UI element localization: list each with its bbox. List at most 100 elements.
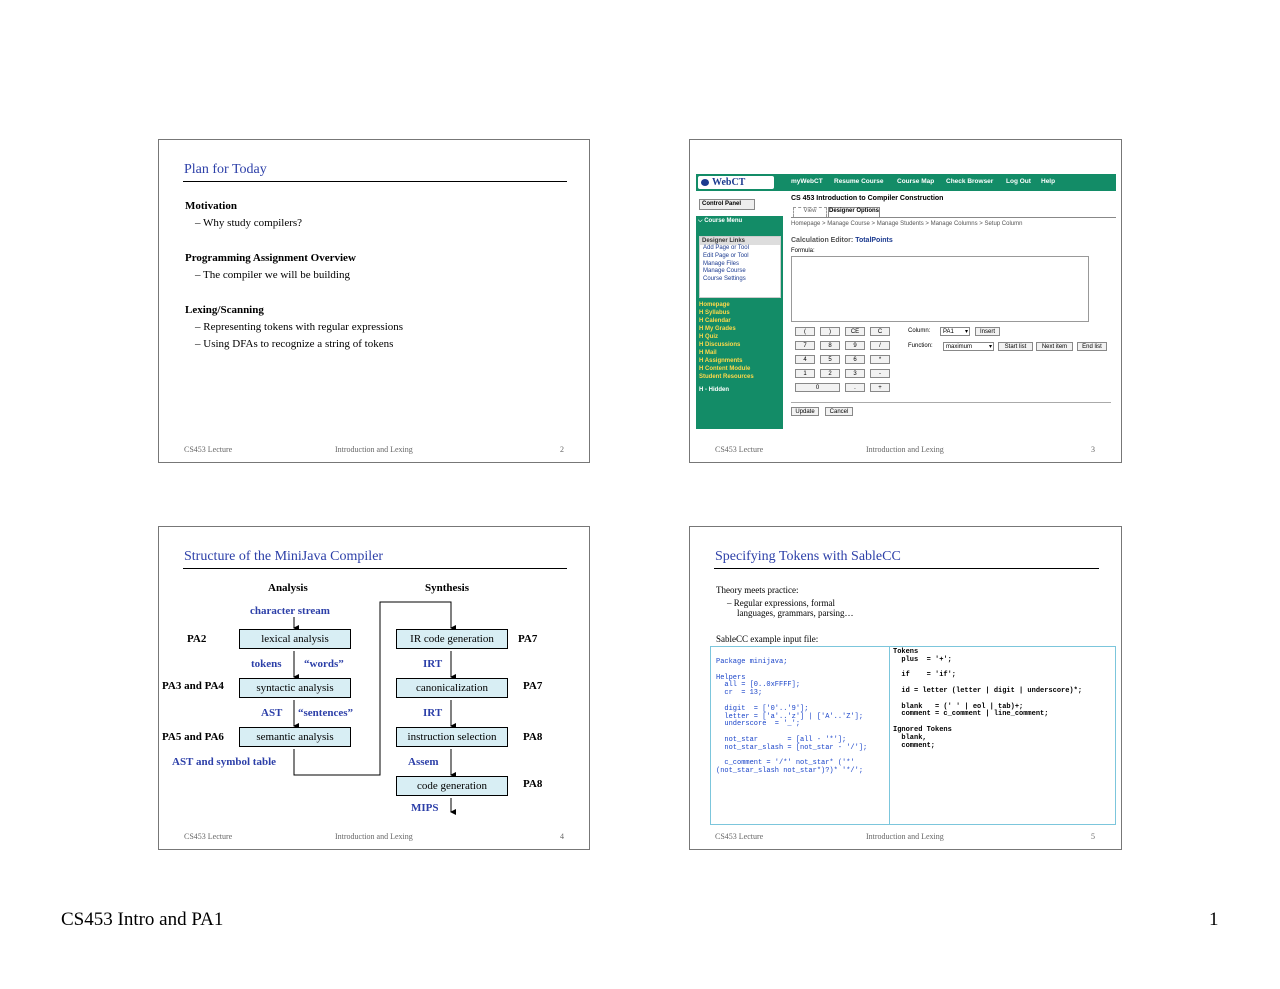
designer-link[interactable]: Edit Page or Tool: [700, 253, 780, 261]
cancel-button[interactable]: Cancel: [825, 407, 853, 416]
insert-button[interactable]: Insert: [975, 327, 1000, 336]
next-item-button[interactable]: Next item: [1036, 342, 1073, 351]
box-ir-code-generation: IR code generation: [396, 629, 508, 649]
slide-footer-center: Introduction and Lexing: [866, 445, 944, 454]
page-footer-title: CS453 Intro and PA1: [61, 909, 224, 930]
slide-footer-left: CS453 Lecture: [184, 445, 233, 454]
slide-number: 4: [560, 832, 564, 841]
key-9[interactable]: 9: [845, 341, 865, 350]
tab-view[interactable]: View: [793, 207, 827, 217]
end-list-button[interactable]: End list: [1077, 342, 1107, 351]
slide-sablecc: Specifying Tokens with SableCC Theory me…: [689, 526, 1122, 850]
slide-footer-center: Introduction and Lexing: [866, 832, 944, 841]
slide-footer-center: Introduction and Lexing: [335, 445, 413, 454]
key-5[interactable]: 5: [820, 355, 840, 364]
key-7[interactable]: 7: [795, 341, 815, 350]
control-panel-button[interactable]: Control Panel: [699, 199, 755, 210]
key-open-paren[interactable]: (: [795, 327, 815, 336]
designer-link[interactable]: Manage Files: [700, 261, 780, 269]
slide-plan-for-today: Plan for Today Motivation – Why study co…: [158, 139, 590, 463]
menu-item[interactable]: H Calendar: [699, 318, 731, 326]
slide-webct-screenshot: WebCT myWebCT Resume Course Course Map C…: [689, 139, 1122, 463]
nav-mywebct[interactable]: myWebCT: [791, 178, 823, 185]
nav-course-map[interactable]: Course Map: [897, 178, 934, 185]
flow-label: AST and symbol table: [172, 756, 277, 768]
chevron-down-icon: ▾: [988, 344, 992, 350]
flow-label: IRT: [423, 707, 443, 719]
key-ce[interactable]: CE: [845, 327, 865, 336]
box-canonicalization: canonicalization: [396, 678, 508, 698]
slide-number: 5: [1091, 832, 1095, 841]
menu-item[interactable]: H Syllabus: [699, 310, 730, 318]
key-6[interactable]: 6: [845, 355, 865, 364]
bullet: – Why study compilers?: [195, 217, 303, 229]
flow-label: character stream: [250, 605, 330, 617]
slide-footer-center: Introduction and Lexing: [335, 832, 413, 841]
pa-label: PA8: [523, 731, 543, 743]
key-plus[interactable]: +: [870, 383, 890, 392]
designer-links-title: Designer Links: [700, 237, 780, 245]
course-menu-header: ⌵ Course Menu: [698, 218, 743, 224]
key-0[interactable]: 0: [795, 383, 840, 392]
designer-link[interactable]: Add Page or Tool: [700, 245, 780, 253]
start-list-button[interactable]: Start list: [998, 342, 1033, 351]
update-button[interactable]: Update: [791, 407, 819, 416]
key-minus[interactable]: -: [870, 369, 890, 378]
code-frame: Package minijava; Helpers all = [0..0xFF…: [710, 646, 1116, 825]
menu-item[interactable]: H Quiz: [699, 334, 718, 342]
code-helpers: Package minijava; Helpers all = [0..0xFF…: [716, 658, 868, 776]
designer-link[interactable]: Course Settings: [700, 276, 780, 284]
menu-item[interactable]: H Discussions: [699, 342, 740, 350]
pa-label: PA7: [523, 680, 543, 692]
section-heading: Programming Assignment Overview: [185, 252, 356, 264]
course-menu-sidebar: ⌵ Course Menu Designer Links Add Page or…: [696, 216, 783, 429]
webct-logo[interactable]: WebCT: [698, 176, 774, 189]
designer-link[interactable]: Manage Course: [700, 268, 780, 276]
key-decimal[interactable]: .: [845, 383, 865, 392]
tab-designer-options[interactable]: Designer Options: [828, 207, 880, 217]
course-title: CS 453 Introduction to Compiler Construc…: [791, 195, 944, 202]
column-select[interactable]: PA1 ▾: [940, 327, 970, 336]
key-multiply[interactable]: *: [870, 355, 890, 364]
breadcrumb: Homepage > Manage Course > Manage Studen…: [791, 221, 1023, 227]
flow-label: tokens: [251, 658, 282, 670]
bullet-continued: languages, grammars, parsing…: [737, 608, 854, 618]
bullet: – The compiler we will be building: [195, 269, 350, 281]
bullet: – Using DFAs to recognize a string of to…: [195, 338, 394, 350]
key-2[interactable]: 2: [820, 369, 840, 378]
key-8[interactable]: 8: [820, 341, 840, 350]
key-close-paren[interactable]: ): [820, 327, 840, 336]
key-3[interactable]: 3: [845, 369, 865, 378]
slide-number: 2: [560, 445, 564, 454]
nav-help[interactable]: Help: [1041, 178, 1055, 185]
menu-item[interactable]: H My Grades: [699, 326, 736, 334]
key-divide[interactable]: /: [870, 341, 890, 350]
formula-textarea[interactable]: [791, 256, 1089, 322]
nav-resume-course[interactable]: Resume Course: [834, 178, 884, 185]
menu-item[interactable]: H Content Module: [699, 366, 750, 374]
menu-item[interactable]: H Assignments: [699, 358, 742, 366]
menu-item[interactable]: H Mail: [699, 350, 717, 358]
menu-item[interactable]: Homepage: [699, 302, 730, 310]
pa-label: PA3 and PA4: [162, 680, 224, 692]
pa-label: PA5 and PA6: [162, 731, 224, 743]
code-tokens: Tokens plus = '+'; if = 'if'; id = lette…: [893, 648, 1083, 750]
chevron-down-icon: ▾: [964, 329, 968, 335]
formula-label: Formula:: [791, 248, 815, 254]
webct-window: WebCT myWebCT Resume Course Course Map C…: [696, 174, 1116, 429]
box-lexical-analysis: lexical analysis: [239, 629, 351, 649]
key-4[interactable]: 4: [795, 355, 815, 364]
pa-label: PA2: [187, 633, 207, 645]
calc-editor-label: Calculation Editor: TotalPoints: [791, 237, 893, 244]
column-label: Column:: [908, 328, 931, 334]
key-c[interactable]: C: [870, 327, 890, 336]
nav-check-browser[interactable]: Check Browser: [946, 178, 993, 185]
menu-item[interactable]: Student Resources: [699, 374, 754, 382]
nav-log-out[interactable]: Log Out: [1006, 178, 1031, 185]
function-select[interactable]: maximum ▾: [943, 342, 994, 351]
flow-label: AST: [261, 707, 283, 719]
slide-footer-left: CS453 Lecture: [184, 832, 233, 841]
webct-top-bar: WebCT myWebCT Resume Course Course Map C…: [696, 174, 1116, 191]
key-1[interactable]: 1: [795, 369, 815, 378]
synthesis-heading: Synthesis: [425, 582, 470, 594]
